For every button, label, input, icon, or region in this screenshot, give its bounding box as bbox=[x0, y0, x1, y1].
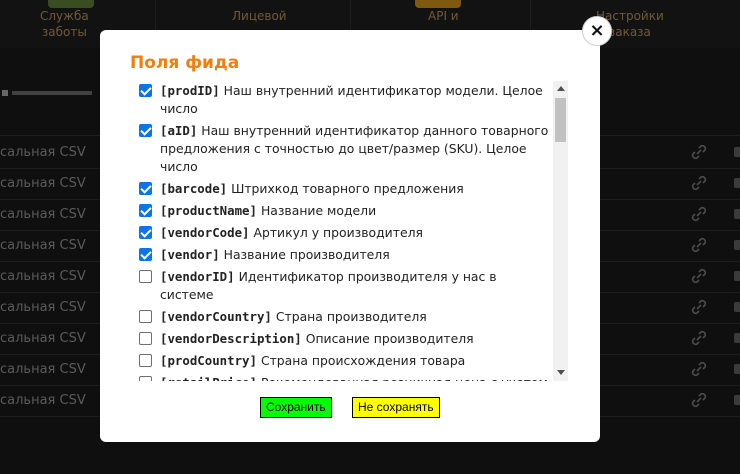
field-checkbox[interactable] bbox=[139, 354, 152, 367]
field-text: [retailPrice] Рекомендованная розничная … bbox=[160, 374, 552, 381]
field-text: [aID] Наш внутренний идентификатор данно… bbox=[160, 122, 552, 176]
field-checkbox[interactable] bbox=[139, 248, 152, 261]
field-checkbox[interactable] bbox=[139, 270, 152, 283]
scroll-down-arrow-icon[interactable] bbox=[557, 370, 565, 375]
field-checkbox[interactable] bbox=[139, 204, 152, 217]
field-item[interactable]: [prodID] Наш внутренний идентификатор мо… bbox=[137, 81, 552, 121]
field-key: [vendor] bbox=[160, 247, 220, 262]
field-item[interactable]: [vendorID] Идентификатор производителя у… bbox=[137, 267, 552, 307]
field-text: [barcode] Штрихкод товарного предложения bbox=[160, 180, 464, 198]
field-description: Страна происхождения товара bbox=[260, 353, 466, 368]
field-text: [vendor] Название производителя bbox=[160, 246, 390, 264]
field-checkbox[interactable] bbox=[139, 332, 152, 345]
field-description: Описание производителя bbox=[305, 331, 474, 346]
field-text: [prodID] Наш внутренний идентификатор мо… bbox=[160, 82, 552, 118]
field-description: Страна производителя bbox=[275, 309, 427, 324]
field-key: [prodID] bbox=[160, 83, 220, 98]
field-checkbox[interactable] bbox=[139, 376, 152, 381]
field-text: [vendorCode] Артикул у производителя bbox=[160, 224, 423, 242]
field-key: [retailPrice] bbox=[160, 375, 257, 381]
field-checkbox[interactable] bbox=[139, 310, 152, 323]
field-key: [aID] bbox=[160, 123, 198, 138]
dialog-title: Поля фида bbox=[130, 53, 240, 73]
field-description: Штрихкод товарного предложения bbox=[231, 181, 464, 196]
field-text: [vendorDescription] Описание производите… bbox=[160, 330, 474, 348]
field-checkbox[interactable] bbox=[139, 182, 152, 195]
field-item[interactable]: [productName] Название модели bbox=[137, 201, 552, 223]
field-checkbox[interactable] bbox=[139, 84, 152, 97]
field-key: [vendorDescription] bbox=[160, 331, 302, 346]
field-checkbox[interactable] bbox=[139, 226, 152, 239]
fields-scrollbar[interactable] bbox=[553, 81, 568, 381]
field-description: Артикул у производителя bbox=[253, 225, 423, 240]
field-item[interactable]: [retailPrice] Рекомендованная розничная … bbox=[137, 373, 552, 381]
field-item[interactable]: [barcode] Штрихкод товарного предложения bbox=[137, 179, 552, 201]
field-item[interactable]: [vendorCountry] Страна производителя bbox=[137, 307, 552, 329]
dont-save-button[interactable]: Не сохранять bbox=[352, 397, 440, 418]
field-item[interactable]: [vendorDescription] Описание производите… bbox=[137, 329, 552, 351]
close-button[interactable]: × bbox=[582, 16, 612, 46]
field-key: [vendorCode] bbox=[160, 225, 250, 240]
field-key: [vendorCountry] bbox=[160, 309, 272, 324]
field-text: [productName] Название модели bbox=[160, 202, 376, 220]
save-button[interactable]: Сохранить bbox=[260, 397, 332, 418]
field-description: Название производителя bbox=[223, 247, 390, 262]
field-text: [prodCountry] Страна происхождения товар… bbox=[160, 352, 465, 370]
field-text: [vendorCountry] Страна производителя bbox=[160, 308, 427, 326]
scrollbar-thumb[interactable] bbox=[555, 98, 566, 142]
field-description: Название модели bbox=[260, 203, 377, 218]
field-item[interactable]: [vendor] Название производителя bbox=[137, 245, 552, 267]
field-key: [prodCountry] bbox=[160, 353, 257, 368]
field-key: [vendorID] bbox=[160, 269, 235, 284]
field-text: [vendorID] Идентификатор производителя у… bbox=[160, 268, 552, 304]
field-checkbox[interactable] bbox=[139, 124, 152, 137]
scroll-up-arrow-icon[interactable] bbox=[557, 86, 565, 91]
field-item[interactable]: [aID] Наш внутренний идентификатор данно… bbox=[137, 121, 552, 179]
field-key: [barcode] bbox=[160, 181, 228, 196]
field-key: [productName] bbox=[160, 203, 257, 218]
field-description: Наш внутренний идентификатор данного тов… bbox=[160, 123, 549, 174]
fields-list[interactable]: [prodID] Наш внутренний идентификатор мо… bbox=[137, 81, 552, 381]
field-item[interactable]: [vendorCode] Артикул у производителя bbox=[137, 223, 552, 245]
field-item[interactable]: [prodCountry] Страна происхождения товар… bbox=[137, 351, 552, 373]
